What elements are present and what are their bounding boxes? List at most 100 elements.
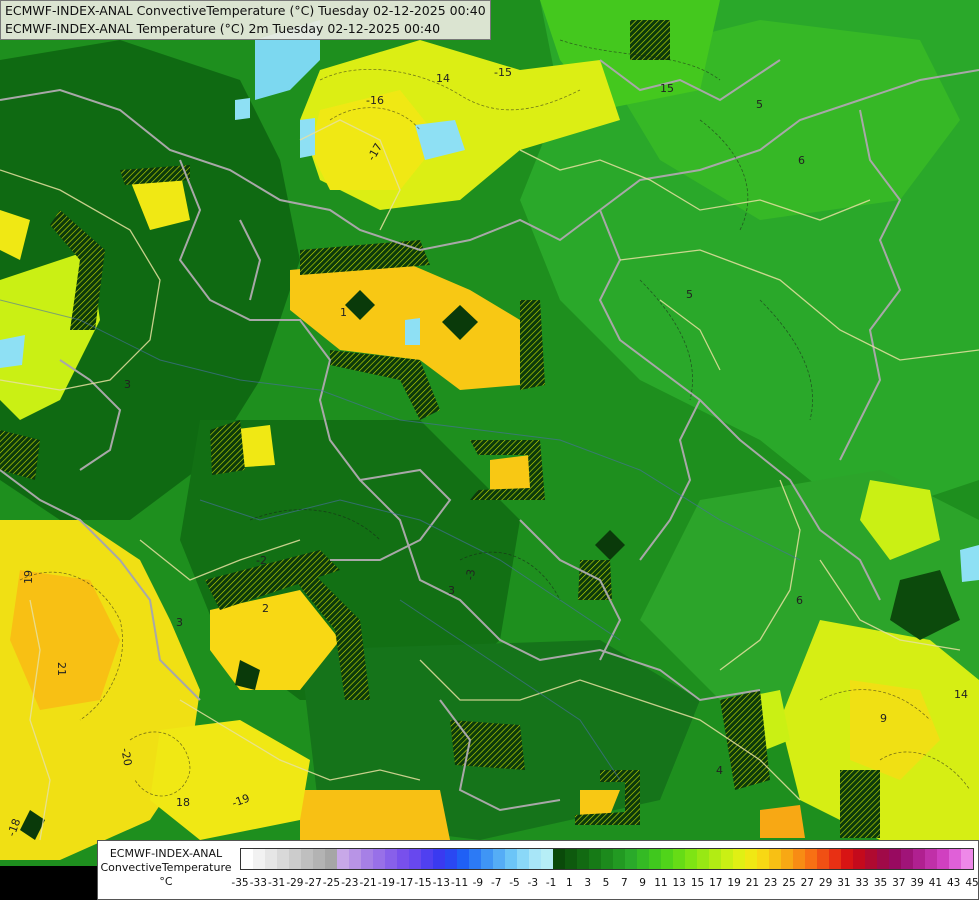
legend-tick-label: -23	[341, 877, 359, 889]
lake	[300, 118, 315, 158]
temperature-map: -16 -17 14 15 -15 5 6 5 -2 2 3 -3 6 3 19…	[0, 0, 979, 900]
legend-tick-label: 43	[947, 877, 961, 889]
legend-swatch	[469, 849, 481, 869]
legend-tick-label: 31	[837, 877, 851, 889]
legend-swatch	[889, 849, 901, 869]
legend-swatch	[517, 849, 529, 869]
legend-tick-label: 29	[818, 877, 833, 889]
legend-tick-label: -13	[432, 877, 450, 889]
legend-tick-label: 7	[620, 877, 628, 889]
legend-swatch	[289, 849, 301, 869]
legend-swatch	[301, 849, 313, 869]
legend-swatch	[853, 849, 865, 869]
orange-zone	[300, 790, 450, 840]
contour-label: 3	[176, 616, 183, 629]
legend-tick-label: -29	[286, 877, 304, 889]
legend-swatch	[313, 849, 325, 869]
legend-tick-label: -17	[396, 877, 414, 889]
hatched-band	[630, 20, 670, 60]
hatched-band	[210, 420, 245, 475]
legend-swatch	[685, 849, 697, 869]
legend-tick-label: -33	[249, 877, 267, 889]
legend-swatch	[865, 849, 877, 869]
legend-tick-label: 1	[566, 877, 573, 889]
legend-swatch	[793, 849, 805, 869]
contour-label: -2	[256, 554, 267, 567]
legend-swatch	[877, 849, 889, 869]
corner-blank	[0, 866, 97, 900]
contour-label: 4	[716, 764, 723, 777]
legend-tick-label: -5	[509, 877, 520, 889]
hatched-band	[840, 770, 880, 838]
legend-swatch	[433, 849, 445, 869]
legend-swatch	[601, 849, 613, 869]
legend-tick-label: -27	[304, 877, 322, 889]
legend-swatch	[697, 849, 709, 869]
legend-swatch	[577, 849, 589, 869]
legend-tick-label: 23	[764, 877, 778, 889]
legend-swatch	[265, 849, 277, 869]
lake	[0, 335, 25, 368]
legend-swatch	[337, 849, 349, 869]
legend-tick-label: 9	[639, 877, 646, 889]
legend-tick-label: 39	[910, 877, 924, 889]
legend-swatch	[493, 849, 505, 869]
legend-swatch	[745, 849, 757, 869]
legend-tick-label: -31	[268, 877, 286, 889]
legend-swatch	[661, 849, 673, 869]
legend-tick-label: 19	[727, 877, 741, 889]
legend-tick-label: 35	[873, 877, 888, 889]
legend-tick-label: 25	[782, 877, 796, 889]
legend-swatch	[445, 849, 457, 869]
lake	[405, 318, 420, 345]
legend-swatch	[829, 849, 841, 869]
contour-label: 19	[22, 570, 35, 584]
legend-tick-label: -19	[377, 877, 395, 889]
contour-label: 6	[796, 594, 803, 607]
legend-swatch	[637, 849, 649, 869]
legend-swatch	[625, 849, 637, 869]
contour-label: 6	[798, 154, 805, 167]
legend-swatch	[709, 849, 721, 869]
legend-swatch	[349, 849, 361, 869]
contour-label: 3	[124, 378, 131, 391]
header-line-2m-temperature: ECMWF-INDEX-ANAL Temperature (°C) 2m Tue…	[5, 21, 441, 36]
legend-color-bar	[240, 848, 974, 870]
contour-label: 15	[660, 82, 674, 95]
legend-swatch	[277, 849, 289, 869]
legend-swatch	[241, 849, 253, 869]
color-legend: ECMWF-INDEX-ANAL ConvectiveTemperature °…	[97, 840, 979, 900]
legend-tick-label: 3	[584, 877, 592, 889]
legend-title-model: ECMWF-INDEX-ANAL	[109, 847, 223, 860]
legend-swatch	[565, 849, 577, 869]
legend-tick-label: 33	[855, 877, 869, 889]
legend-swatch	[673, 849, 685, 869]
legend-swatch	[949, 849, 961, 869]
contour-label: 5	[686, 288, 693, 301]
map-header: ECMWF-INDEX-ANAL ConvectiveTemperature (…	[0, 0, 491, 40]
contour-label: -3	[463, 568, 478, 581]
legend-tick-labels: -35 -33 -31 -29 -27 -25 -23 -21 -19 -17 -15 -13 -11-…	[231, 877, 978, 891]
contour-label: 9	[880, 712, 887, 725]
contour-label: 5	[756, 98, 763, 111]
legend-swatch	[361, 849, 373, 869]
legend-swatch	[589, 849, 601, 869]
legend-tick-label: -25	[322, 877, 341, 889]
contour-label: -16	[366, 94, 384, 107]
legend-swatch	[757, 849, 769, 869]
legend-tick-label: 41	[928, 877, 943, 889]
lake	[235, 98, 250, 120]
legend-swatch	[613, 849, 625, 869]
legend-swatch	[781, 849, 793, 869]
legend-swatch	[481, 849, 493, 869]
legend-swatch	[817, 849, 829, 869]
contour-label: 1	[340, 306, 347, 319]
legend-swatch	[805, 849, 817, 869]
lake	[960, 545, 979, 582]
legend-tick-label: 5	[602, 877, 610, 889]
legend-swatch	[409, 849, 421, 869]
legend-title: ECMWF-INDEX-ANAL ConvectiveTemperature °…	[100, 847, 232, 889]
legend-swatch	[769, 849, 781, 869]
legend-tick-label: 11	[654, 877, 668, 889]
legend-swatch	[373, 849, 385, 869]
